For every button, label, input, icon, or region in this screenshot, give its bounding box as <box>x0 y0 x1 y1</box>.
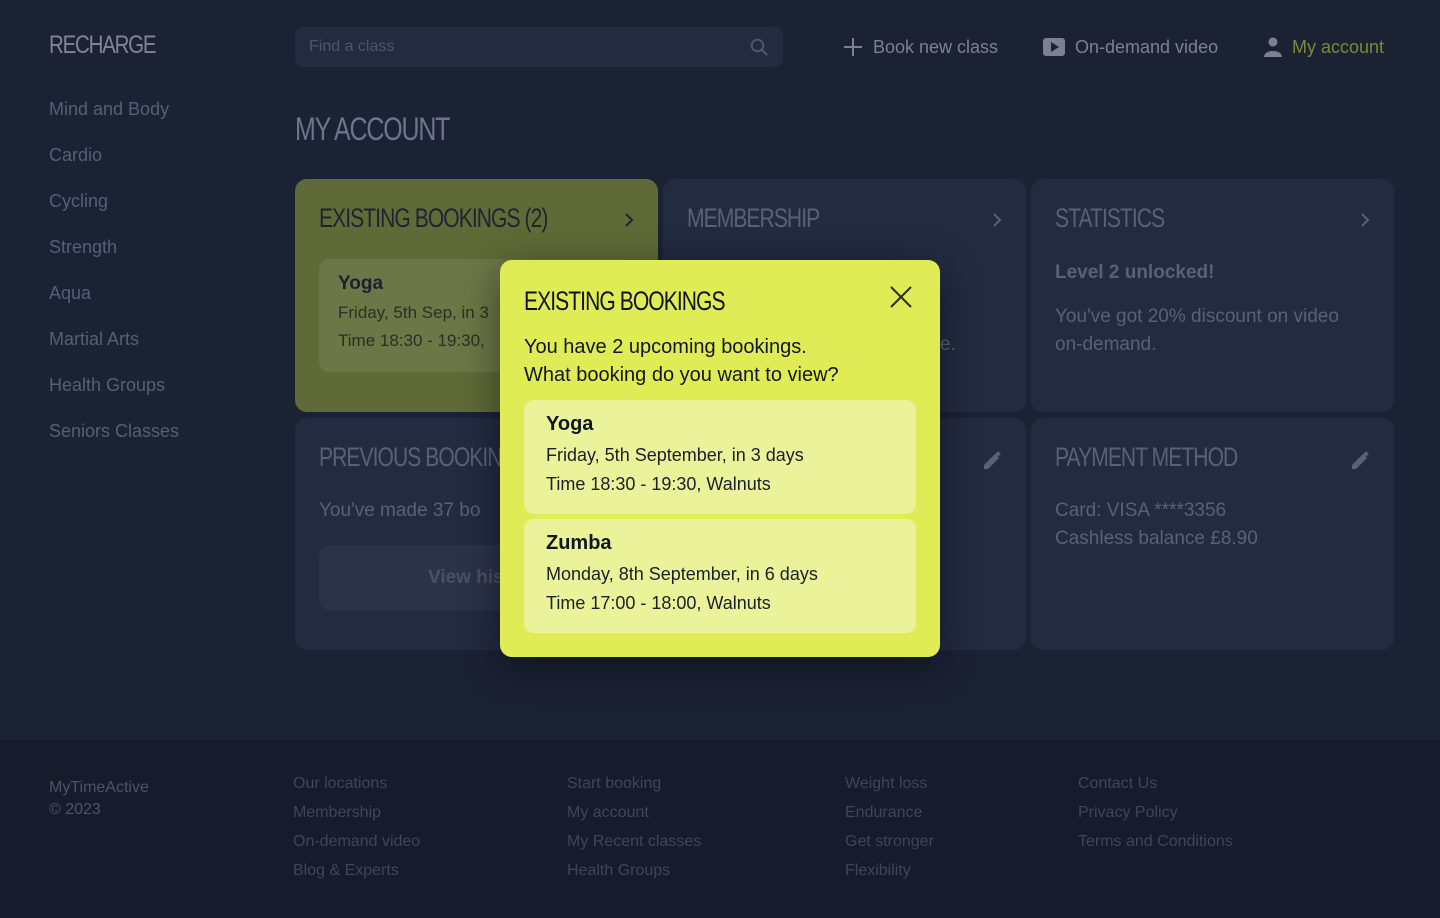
sidebar-item-cardio[interactable]: Cardio <box>49 142 179 188</box>
sidebar-nav: Mind and Body Cardio Cycling Strength Aq… <box>49 96 179 464</box>
existing-bookings-modal: EXISTING BOOKINGS You have 2 upcoming bo… <box>500 260 940 657</box>
payment-card-info: Card: VISA ****3356 <box>1055 500 1227 521</box>
footer-link[interactable]: Start booking <box>567 773 701 802</box>
footer-link[interactable]: My account <box>567 802 701 831</box>
sidebar-item-health-groups[interactable]: Health Groups <box>49 372 179 418</box>
booking-option-zumba[interactable]: Zumba Monday, 8th September, in 6 days T… <box>524 519 916 633</box>
on-demand-video-label: On-demand video <box>1075 36 1219 57</box>
page-title: MY ACCOUNT <box>295 111 450 147</box>
pencil-icon[interactable] <box>1350 451 1370 471</box>
statistics-headline: Level 2 unlocked! <box>1055 262 1215 283</box>
footer-link[interactable]: Get stronger <box>845 831 934 860</box>
modal-message-line-1: You have 2 upcoming bookings. <box>524 336 807 358</box>
payment-method-title: PAYMENT METHOD <box>1055 442 1238 472</box>
membership-title: MEMBERSHIP <box>687 203 820 233</box>
footer-link[interactable]: Terms and Conditions <box>1078 831 1233 860</box>
sidebar-item-strength[interactable]: Strength <box>49 234 179 280</box>
booking-option-yoga[interactable]: Yoga Friday, 5th September, in 3 days Ti… <box>524 400 916 514</box>
booking-title: Yoga <box>546 413 594 435</box>
statistics-body: You've got 20% discount on video on-dema… <box>1055 306 1339 355</box>
booking-title: Zumba <box>546 532 612 554</box>
footer-link[interactable]: Weight loss <box>845 773 934 802</box>
footer-column-1: Our locations Membership On-demand video… <box>293 773 420 889</box>
search-bar <box>295 27 783 67</box>
book-new-class-link[interactable]: Book new class <box>843 34 998 60</box>
booking-date: Friday, 5th September, in 3 days <box>546 445 804 465</box>
cashless-balance: Cashless balance £8.90 <box>1055 528 1258 549</box>
my-account-link[interactable]: My account <box>1264 34 1384 60</box>
modal-message: You have 2 upcoming bookings. What booki… <box>524 333 839 389</box>
previous-bookings-count: You've made 37 bo <box>319 500 481 521</box>
search-icon[interactable] <box>749 37 769 57</box>
app-logo[interactable]: RECHARGE <box>49 31 157 60</box>
footer-link[interactable]: Flexibility <box>845 860 934 889</box>
footer-copyright: © 2023 <box>49 801 101 818</box>
sidebar-item-aqua[interactable]: Aqua <box>49 280 179 326</box>
payment-method-card: PAYMENT METHOD Card: VISA ****3356 Cashl… <box>1031 418 1394 650</box>
chevron-right-icon <box>625 213 634 227</box>
sidebar-item-martial-arts[interactable]: Martial Arts <box>49 326 179 372</box>
footer-link[interactable]: Our locations <box>293 773 420 802</box>
footer-brand-name: MyTimeActive <box>49 779 149 796</box>
footer-column-4: Contact Us Privacy Policy Terms and Cond… <box>1078 773 1233 860</box>
modal-title: EXISTING BOOKINGS <box>524 286 726 316</box>
previous-bookings-title: PREVIOUS BOOKING <box>319 442 518 472</box>
search-input[interactable] <box>309 38 749 56</box>
footer: MyTimeActive © 2023 Our locations Member… <box>0 740 1440 918</box>
footer-brand: MyTimeActive © 2023 <box>49 777 149 821</box>
existing-bookings-title: EXISTING BOOKINGS (2) <box>319 203 548 233</box>
footer-link[interactable]: Membership <box>293 802 420 831</box>
chevron-right-icon <box>1361 213 1370 227</box>
footer-link[interactable]: Endurance <box>845 802 934 831</box>
sidebar-item-mind-and-body[interactable]: Mind and Body <box>49 96 179 142</box>
on-demand-video-link[interactable]: On-demand video <box>1043 34 1218 60</box>
footer-link[interactable]: My Recent classes <box>567 831 701 860</box>
footer-column-3: Weight loss Endurance Get stronger Flexi… <box>845 773 934 889</box>
modal-message-line-2: What booking do you want to view? <box>524 364 839 386</box>
sidebar-item-cycling[interactable]: Cycling <box>49 188 179 234</box>
footer-link[interactable]: On-demand video <box>293 831 420 860</box>
footer-link[interactable]: Blog & Experts <box>293 860 420 889</box>
video-icon <box>1043 38 1065 56</box>
book-new-class-label: Book new class <box>873 36 999 57</box>
sidebar-item-seniors-classes[interactable]: Seniors Classes <box>49 418 179 464</box>
booking-time: Time 18:30 - 19:30, Walnuts <box>546 474 771 494</box>
statistics-card[interactable]: STATISTICS Level 2 unlocked! You've got … <box>1031 179 1394 412</box>
pencil-icon[interactable] <box>982 451 1002 471</box>
footer-link[interactable]: Health Groups <box>567 860 701 889</box>
chevron-right-icon <box>993 213 1002 227</box>
footer-link[interactable]: Contact Us <box>1078 773 1233 802</box>
statistics-title: STATISTICS <box>1055 203 1165 233</box>
booking-date: Monday, 8th September, in 6 days <box>546 564 818 584</box>
close-icon[interactable] <box>888 284 914 310</box>
membership-text-fragment: e. <box>940 334 956 355</box>
footer-column-2: Start booking My account My Recent class… <box>567 773 701 889</box>
footer-link[interactable]: Privacy Policy <box>1078 802 1233 831</box>
plus-icon <box>843 37 863 57</box>
user-icon <box>1264 37 1282 57</box>
my-account-label: My account <box>1292 36 1385 57</box>
booking-time: Time 17:00 - 18:00, Walnuts <box>546 593 771 613</box>
